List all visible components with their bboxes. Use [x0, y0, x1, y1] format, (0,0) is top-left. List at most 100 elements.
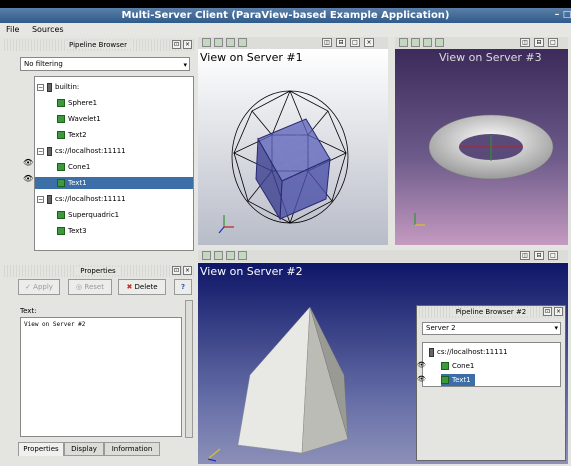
source-icon [57, 179, 65, 187]
collapse-icon[interactable]: − [37, 83, 44, 91]
delete-icon: ✖ [126, 283, 135, 291]
split-vertical-icon[interactable]: ⊟ [534, 38, 544, 47]
camera-icon[interactable] [202, 38, 211, 47]
tree-item-wavelet1[interactable]: Wavelet1 [57, 113, 101, 125]
eye-icon[interactable]: 👁 [417, 375, 426, 383]
collapse-icon[interactable]: − [37, 195, 44, 203]
select-icon[interactable] [214, 38, 223, 47]
text-field-label: Text: [20, 307, 37, 315]
minimize-icon[interactable]: – [552, 10, 562, 20]
split-horizontal-icon[interactable]: ◫ [322, 38, 332, 47]
main-window: Pipeline Browser ⊡ × No filtering ▾ − bui… [0, 37, 571, 466]
server-select[interactable]: Server 2 ▾ [422, 322, 561, 335]
source-icon [57, 99, 65, 107]
screenshot-icon[interactable] [435, 38, 444, 47]
view-1-title: View on Server #1 [200, 51, 303, 64]
maximize-icon[interactable]: □ [562, 10, 571, 20]
pipeline-browser-2-title: Pipeline Browser #2 [451, 308, 531, 316]
tree-item-superquadric1[interactable]: Superquadric1 [57, 209, 119, 221]
undock-icon[interactable]: ⊡ [543, 307, 552, 316]
text-input[interactable]: View on Server #2 [20, 317, 182, 437]
split-vertical-icon[interactable]: ⊟ [336, 38, 346, 47]
tree-item-text1[interactable]: Text1 [35, 177, 193, 189]
render-view-3[interactable]: View on Server #3 [395, 49, 568, 245]
delete-button[interactable]: ✖ Delete [118, 279, 166, 295]
torus-render [414, 114, 554, 226]
pipeline-browser-2-panel: Pipeline Browser #2 ⊡ × Server 2 ▾ cs://… [416, 305, 566, 461]
split-horizontal-icon[interactable]: ◫ [520, 38, 530, 47]
render-view-1[interactable]: View on Server #1 [198, 49, 388, 245]
maximize-view-icon[interactable]: □ [350, 38, 360, 47]
pipeline-browser-panel: Pipeline Browser ⊡ × No filtering ▾ − bui… [2, 39, 194, 255]
tree-item-sphere1[interactable]: Sphere1 [57, 97, 97, 109]
server-icon [429, 347, 434, 357]
help-button[interactable]: ? [174, 279, 192, 295]
tab-properties[interactable]: Properties [18, 442, 64, 456]
server-select-value: Server 2 [426, 324, 456, 332]
close-icon[interactable]: × [183, 266, 192, 275]
lookmark-icon[interactable] [226, 38, 235, 47]
undock-icon[interactable]: ⊡ [172, 40, 181, 49]
filter-select-value: No filtering [24, 60, 63, 68]
eye-icon[interactable]: 👁 [23, 158, 33, 167]
tree-item-text3[interactable]: Text3 [57, 225, 87, 237]
tree-item-cone1[interactable]: Cone1 [441, 360, 474, 372]
camera-icon[interactable] [202, 251, 211, 260]
pipeline-browser-title: Pipeline Browser [65, 41, 131, 49]
close-view-icon[interactable]: × [364, 38, 374, 47]
server-icon [47, 146, 52, 156]
eye-icon[interactable]: 👁 [417, 361, 426, 369]
sphere-wireframe-render [218, 90, 349, 234]
properties-tabs: Properties Display Information [18, 442, 194, 456]
lookmark-icon[interactable] [226, 251, 235, 260]
split-vertical-icon[interactable]: ⊟ [534, 251, 544, 260]
properties-panel: Properties ⊡ × ✓ Apply ◎ Reset ✖ Delete … [2, 265, 194, 465]
lookmark-icon[interactable] [423, 38, 432, 47]
select-icon[interactable] [411, 38, 420, 47]
screenshot-icon[interactable] [238, 38, 247, 47]
tree-item-text2[interactable]: Text2 [57, 129, 87, 141]
source-icon [57, 131, 65, 139]
chevron-down-icon: ▾ [554, 324, 558, 332]
select-icon[interactable] [214, 251, 223, 260]
source-icon [441, 362, 449, 370]
menu-sources[interactable]: Sources [32, 23, 64, 37]
window-title: Multi-Server Client (ParaView-based Exam… [121, 10, 450, 21]
tree-item-builtin[interactable]: − builtin: [37, 81, 79, 93]
pipeline-tree-2[interactable]: cs://localhost:11111 Cone1 Text1 [422, 342, 561, 387]
filter-select[interactable]: No filtering ▾ [20, 57, 190, 71]
screenshot-icon[interactable] [238, 251, 247, 260]
tree-item-text1[interactable]: Text1 [441, 374, 475, 386]
render-view-2[interactable]: View on Server #2 Pipeline Browser #2 ⊡ … [198, 263, 568, 464]
close-icon[interactable]: × [554, 307, 563, 316]
apply-button[interactable]: ✓ Apply [18, 279, 60, 295]
menu-file[interactable]: File [6, 23, 19, 37]
tree-item-cone1[interactable]: Cone1 [57, 161, 90, 173]
view-2-title: View on Server #2 [200, 265, 303, 278]
view-3-toolbar: ◫ ⊟ □ [395, 37, 568, 49]
maximize-view-icon[interactable]: □ [548, 251, 558, 260]
pipeline-browser-2-header: Pipeline Browser #2 ⊡ × [417, 306, 565, 318]
undock-icon[interactable]: ⊡ [172, 266, 181, 275]
split-horizontal-icon[interactable]: ◫ [520, 251, 530, 260]
properties-header: Properties ⊡ × [2, 265, 194, 277]
properties-scrollbar[interactable] [185, 300, 193, 438]
close-icon[interactable]: × [183, 40, 192, 49]
tab-information[interactable]: Information [104, 442, 160, 456]
camera-icon[interactable] [399, 38, 408, 47]
tab-display[interactable]: Display [64, 442, 104, 456]
source-icon [57, 163, 65, 171]
tree-item-server-localhost-2[interactable]: − cs://localhost:11111 [37, 193, 126, 205]
pipeline-tree[interactable]: − builtin: Sphere1 Wavelet1 Text2 − cs://l… [34, 76, 194, 251]
eye-icon[interactable]: 👁 [23, 174, 33, 183]
collapse-icon[interactable]: − [37, 147, 44, 155]
maximize-view-icon[interactable]: □ [548, 38, 558, 47]
tree-item-server-localhost-1[interactable]: − cs://localhost:11111 [37, 145, 126, 157]
server-icon [47, 194, 52, 204]
apply-icon: ✓ [25, 283, 34, 291]
server-icon [47, 82, 52, 92]
reset-button[interactable]: ◎ Reset [68, 279, 112, 295]
window-title-bar[interactable]: Multi-Server Client (ParaView-based Exam… [0, 8, 571, 23]
properties-title: Properties [76, 267, 120, 275]
tree-item-server-localhost[interactable]: cs://localhost:11111 [429, 346, 508, 358]
